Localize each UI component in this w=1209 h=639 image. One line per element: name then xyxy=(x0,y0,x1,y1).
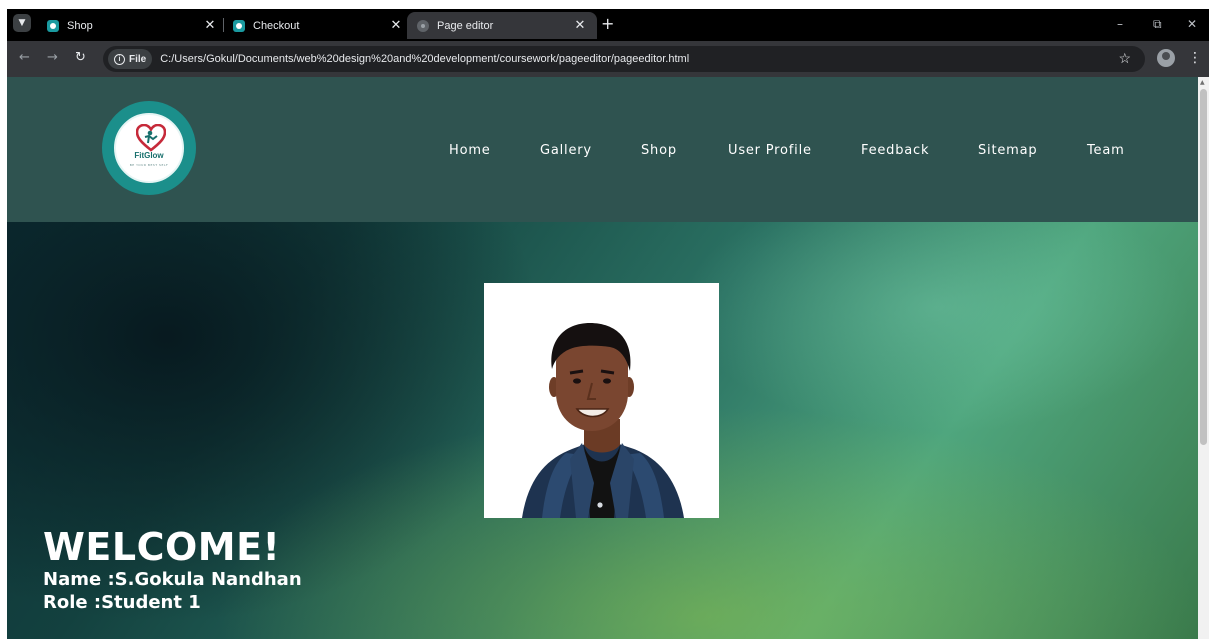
back-arrow-icon[interactable]: ← xyxy=(19,50,30,66)
window-close-icon[interactable]: ✕ xyxy=(1187,15,1197,33)
browser-window: ▼ Shop ✕ Checkout ✕ Page editor ✕ + – ⧉ … xyxy=(7,9,1209,639)
tab-title: Checkout xyxy=(253,19,300,32)
logo-text: FitGlow xyxy=(134,151,164,160)
star-icon[interactable]: ☆ xyxy=(1118,50,1131,67)
vertical-scrollbar[interactable]: ▲ xyxy=(1198,77,1209,639)
scroll-up-icon[interactable]: ▲ xyxy=(1200,79,1205,86)
nav-sitemap[interactable]: Sitemap xyxy=(978,143,1037,158)
page-viewport: FitGlow BE YOUR BEST SELF Home Gallery S… xyxy=(7,77,1198,639)
minimize-icon[interactable]: – xyxy=(1117,15,1123,33)
tab-search-icon[interactable]: ▼ xyxy=(13,14,31,32)
chip-label: File xyxy=(129,53,147,65)
fitglow-favicon-icon xyxy=(47,19,59,32)
close-icon[interactable]: ✕ xyxy=(573,18,587,33)
tab-shop[interactable]: Shop ✕ xyxy=(37,12,227,39)
nav-user-profile[interactable]: User Profile xyxy=(728,143,812,158)
info-icon: i xyxy=(114,53,125,65)
browser-toolbar: ← → ↻ i File C:/Users/Gokul/Documents/we… xyxy=(7,41,1209,77)
tab-title: Shop xyxy=(67,19,93,32)
nav-gallery[interactable]: Gallery xyxy=(540,143,592,158)
forward-arrow-icon[interactable]: → xyxy=(47,50,58,66)
scrollbar-thumb[interactable] xyxy=(1200,89,1207,445)
kebab-menu-icon[interactable]: ⋮ xyxy=(1188,50,1202,66)
url-text[interactable]: C:/Users/Gokul/Documents/web%20design%20… xyxy=(160,53,689,65)
profile-photo xyxy=(484,283,719,518)
profile-role: Role :Student 1 xyxy=(43,592,201,613)
site-header: FitGlow BE YOUR BEST SELF Home Gallery S… xyxy=(7,77,1198,222)
tab-page-editor[interactable]: Page editor ✕ xyxy=(407,12,597,39)
close-icon[interactable]: ✕ xyxy=(389,18,403,33)
logo-tagline: BE YOUR BEST SELF xyxy=(129,163,169,167)
logo-badge: FitGlow BE YOUR BEST SELF xyxy=(114,113,184,183)
reload-icon[interactable]: ↻ xyxy=(75,50,86,66)
globe-favicon-icon xyxy=(417,19,429,32)
portrait-illustration xyxy=(484,283,719,518)
profile-icon[interactable] xyxy=(1157,49,1175,67)
fitglow-favicon-icon xyxy=(233,19,245,32)
site-logo[interactable]: FitGlow BE YOUR BEST SELF xyxy=(102,101,196,195)
tab-checkout[interactable]: Checkout ✕ xyxy=(223,12,413,39)
heart-logo-icon xyxy=(136,124,166,152)
restore-icon[interactable]: ⧉ xyxy=(1153,15,1162,33)
tab-title: Page editor xyxy=(437,19,494,32)
address-bar[interactable]: i File C:/Users/Gokul/Documents/web%20de… xyxy=(103,46,1145,72)
site-info-chip[interactable]: i File xyxy=(108,49,153,69)
new-tab-button[interactable]: + xyxy=(601,15,614,33)
welcome-heading: WELCOME! xyxy=(43,525,281,569)
close-icon[interactable]: ✕ xyxy=(203,18,217,33)
nav-shop[interactable]: Shop xyxy=(641,143,677,158)
profile-name: Name :S.Gokula Nandhan xyxy=(43,569,302,590)
nav-home[interactable]: Home xyxy=(449,143,491,158)
nav-team[interactable]: Team xyxy=(1087,143,1125,158)
nav-feedback[interactable]: Feedback xyxy=(861,143,929,158)
tab-strip: ▼ Shop ✕ Checkout ✕ Page editor ✕ + – ⧉ … xyxy=(7,9,1209,41)
